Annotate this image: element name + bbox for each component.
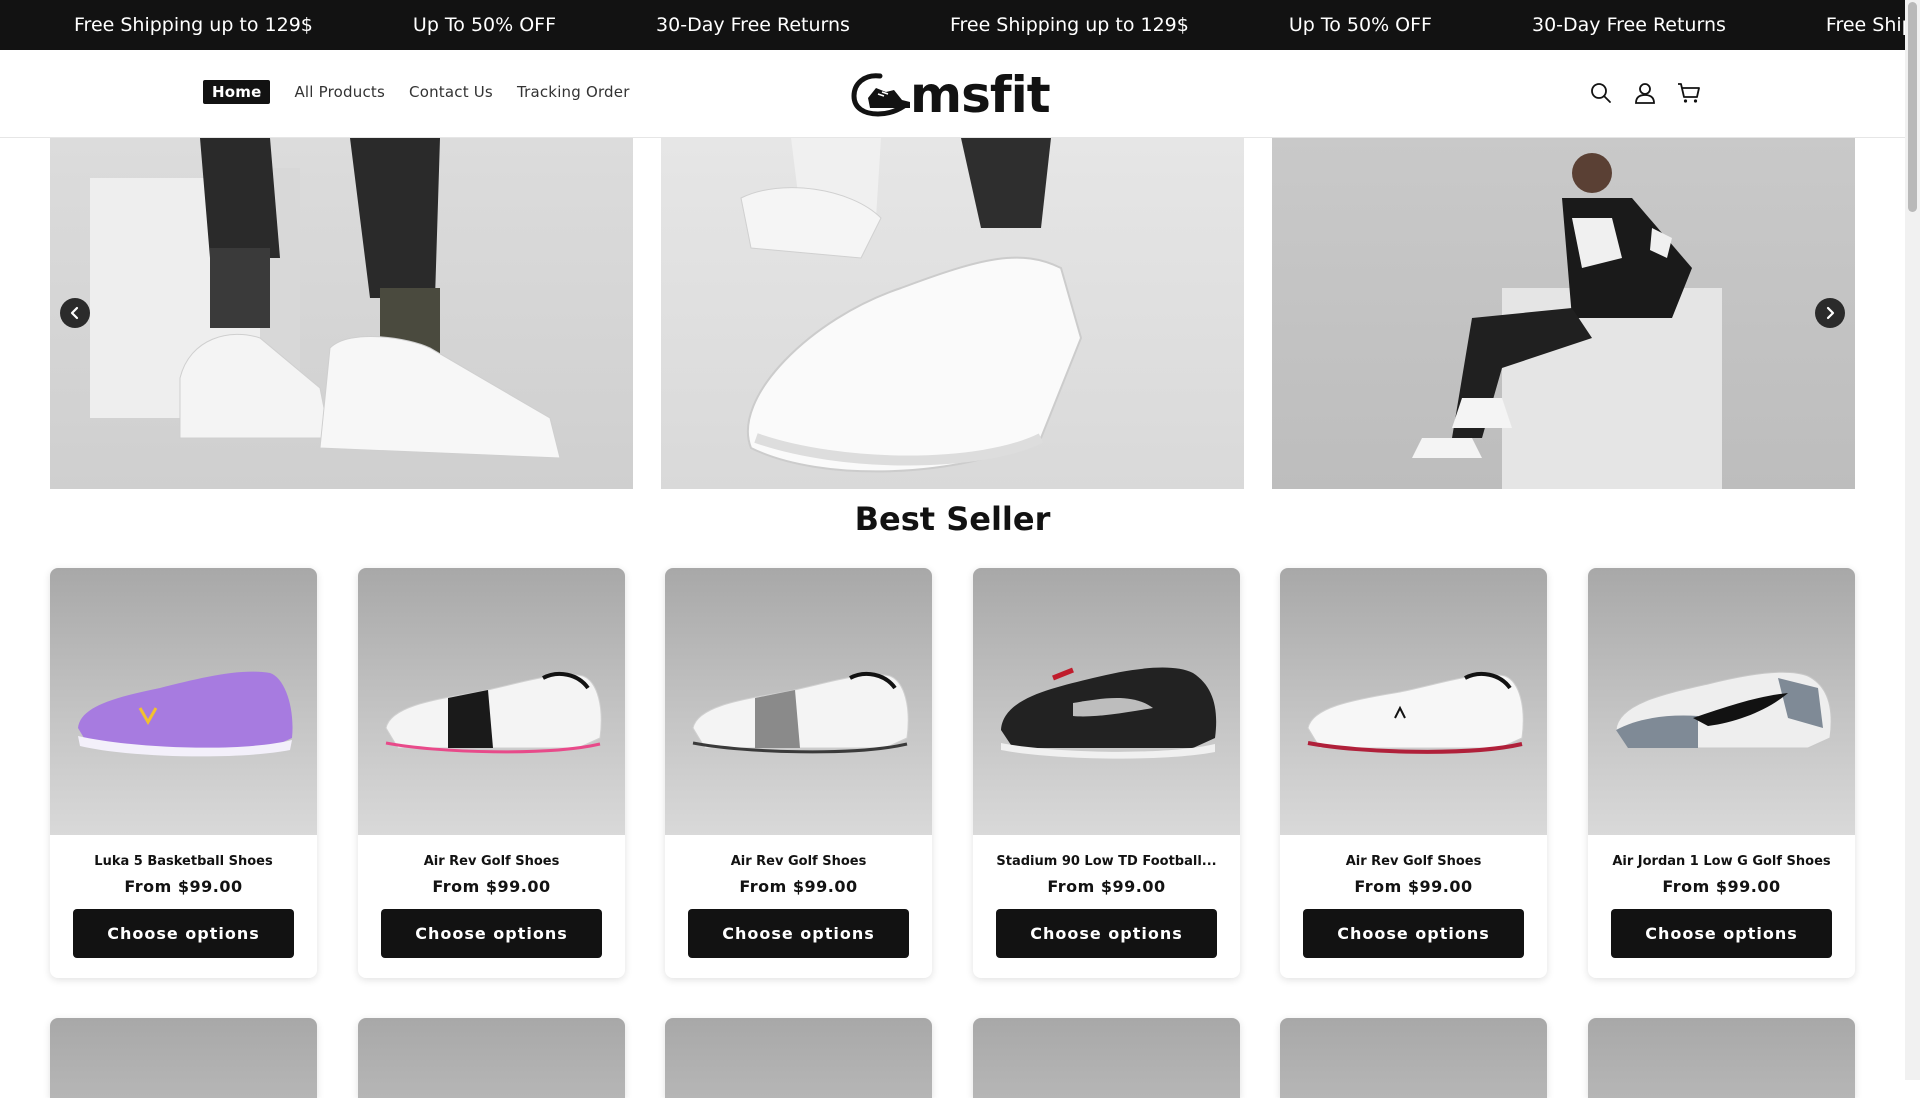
product-card[interactable]: Air Rev Golf Shoes From $99.00 Choose op… bbox=[1280, 568, 1547, 978]
product-title[interactable]: Air Jordan 1 Low G Golf Shoes bbox=[1596, 854, 1847, 869]
choose-options-button[interactable]: Choose options bbox=[996, 909, 1217, 958]
product-card[interactable]: Stadium 90 Low TD Football... From $99.0… bbox=[973, 568, 1240, 978]
product-card-partial[interactable] bbox=[358, 1018, 625, 1098]
sneaker-photo bbox=[740, 138, 1083, 473]
product-card[interactable]: Air Jordan 1 Low G Golf Shoes From $99.0… bbox=[1588, 568, 1855, 978]
product-price: From $99.00 bbox=[1354, 877, 1473, 896]
product-card-partial[interactable] bbox=[50, 1018, 317, 1098]
main-nav: Home All Products Contact Us Tracking Or… bbox=[203, 80, 654, 104]
nav-home-link[interactable]: Home bbox=[203, 80, 271, 104]
nav-contact-us-link[interactable]: Contact Us bbox=[409, 83, 493, 101]
announcement-bar: Free Shipping up to 129$ Up To 50% OFF 3… bbox=[0, 0, 1905, 50]
product-image[interactable] bbox=[1280, 568, 1547, 835]
header-icons bbox=[1588, 80, 1702, 106]
announcement-item: Free Shipping up to 129$ bbox=[1825, 14, 1905, 36]
page-scrollbar[interactable] bbox=[1905, 0, 1920, 1080]
choose-options-button[interactable]: Choose options bbox=[1611, 909, 1832, 958]
hero-slide[interactable] bbox=[1272, 138, 1855, 489]
product-title[interactable]: Air Rev Golf Shoes bbox=[1288, 854, 1539, 869]
hero-slider bbox=[0, 138, 1905, 490]
announcement-item: 30-Day Free Returns bbox=[656, 14, 850, 36]
shoe-image bbox=[1307, 671, 1524, 754]
model-photo bbox=[1412, 153, 1722, 489]
product-card-partial[interactable] bbox=[665, 1018, 932, 1098]
announcement-item: Up To 50% OFF bbox=[1288, 14, 1432, 36]
nav-all-products-link[interactable]: All Products bbox=[294, 83, 385, 101]
cart-icon[interactable] bbox=[1676, 80, 1702, 106]
product-price: From $99.00 bbox=[1662, 877, 1781, 896]
account-icon[interactable] bbox=[1632, 80, 1658, 106]
product-image[interactable] bbox=[1588, 568, 1855, 835]
shoe-image bbox=[1001, 667, 1217, 759]
site-logo[interactable]: msfit bbox=[850, 66, 1051, 124]
nav-tracking-order-link[interactable]: Tracking Order bbox=[517, 83, 630, 101]
product-card[interactable]: Luka 5 Basketball Shoes From $99.00 Choo… bbox=[50, 568, 317, 978]
chevron-right-icon bbox=[1826, 306, 1835, 320]
announcement-item: 30-Day Free Returns bbox=[1532, 14, 1726, 36]
shoe-image bbox=[385, 671, 602, 754]
product-price: From $99.00 bbox=[124, 877, 243, 896]
slider-next-button[interactable] bbox=[1815, 298, 1845, 328]
section-title: Best Seller bbox=[854, 500, 1051, 538]
choose-options-button[interactable]: Choose options bbox=[73, 909, 294, 958]
slider-prev-button[interactable] bbox=[60, 298, 90, 328]
shoe-logo-icon bbox=[851, 73, 910, 117]
product-card-partial[interactable] bbox=[973, 1018, 1240, 1098]
shoe-image bbox=[1615, 671, 1832, 749]
shoe-image bbox=[692, 671, 909, 754]
logo-text: msfit bbox=[910, 66, 1051, 124]
product-image[interactable] bbox=[50, 568, 317, 835]
scrollbar-thumb[interactable] bbox=[1908, 2, 1917, 212]
announcement-track: Free Shipping up to 129$ Up To 50% OFF 3… bbox=[74, 0, 1905, 50]
chevron-left-icon bbox=[70, 306, 79, 320]
announcement-item: Free Shipping up to 129$ bbox=[949, 14, 1189, 36]
choose-options-button[interactable]: Choose options bbox=[381, 909, 602, 958]
product-image[interactable] bbox=[973, 568, 1240, 835]
product-title[interactable]: Air Rev Golf Shoes bbox=[366, 854, 617, 869]
product-card[interactable]: Air Rev Golf Shoes From $99.00 Choose op… bbox=[665, 568, 932, 978]
product-price: From $99.00 bbox=[1047, 877, 1166, 896]
site-header: Home All Products Contact Us Tracking Or… bbox=[0, 50, 1905, 138]
product-price: From $99.00 bbox=[432, 877, 551, 896]
product-image[interactable] bbox=[358, 568, 625, 835]
shoe-image bbox=[78, 671, 293, 757]
product-card[interactable]: Air Rev Golf Shoes From $99.00 Choose op… bbox=[358, 568, 625, 978]
search-icon[interactable] bbox=[1588, 80, 1614, 106]
product-price: From $99.00 bbox=[739, 877, 858, 896]
choose-options-button[interactable]: Choose options bbox=[688, 909, 909, 958]
product-card-partial[interactable] bbox=[1280, 1018, 1547, 1098]
sneaker-photo bbox=[90, 138, 561, 459]
product-title[interactable]: Air Rev Golf Shoes bbox=[673, 854, 924, 869]
product-image[interactable] bbox=[665, 568, 932, 835]
hero-slide[interactable] bbox=[50, 138, 633, 489]
product-title[interactable]: Luka 5 Basketball Shoes bbox=[58, 854, 309, 869]
announcement-item: Up To 50% OFF bbox=[412, 14, 557, 36]
product-card-partial[interactable] bbox=[1588, 1018, 1855, 1098]
product-title[interactable]: Stadium 90 Low TD Football... bbox=[981, 854, 1232, 869]
announcement-item: Free Shipping up to 129$ bbox=[74, 14, 313, 36]
choose-options-button[interactable]: Choose options bbox=[1303, 909, 1524, 958]
hero-slide[interactable] bbox=[661, 138, 1244, 489]
